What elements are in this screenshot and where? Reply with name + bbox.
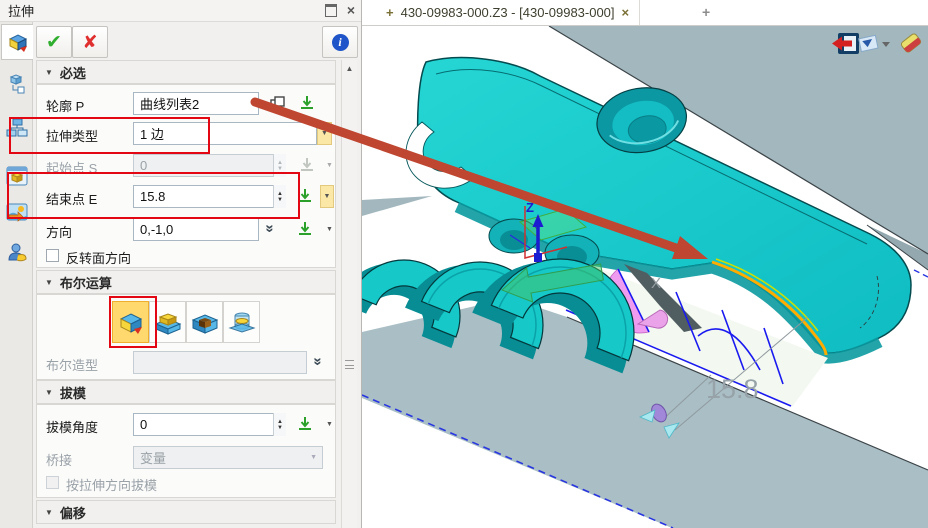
extrude-type-caret-icon[interactable]: ▼ <box>317 122 332 145</box>
end-spinner[interactable]: ▲▼ <box>273 185 286 208</box>
start-spinner: ▲▼ <box>273 154 286 177</box>
tab-plus-icon: + <box>386 5 394 20</box>
draft-angle-pick-icon[interactable] <box>296 415 314 438</box>
collapse-triangle-icon: ▼ <box>45 68 53 77</box>
section-required[interactable]: ▼ 必选 <box>36 60 336 84</box>
end-caret-icon[interactable]: ▼ <box>320 185 334 208</box>
bool-shape-label: 布尔造型 <box>46 355 98 374</box>
direction-pick-icon[interactable] <box>296 220 314 243</box>
bool-shape-expand-icon[interactable]: » <box>310 357 327 365</box>
axis-z-label: Z <box>526 200 534 215</box>
end-input[interactable]: 15.8 <box>133 185 286 208</box>
history-manager-icon[interactable] <box>3 114 31 142</box>
dialog-scrollbar[interactable]: ▲ <box>341 60 357 528</box>
view-mode-icon[interactable] <box>859 35 878 51</box>
side-toolstrip <box>0 22 33 528</box>
bridge-select: 变量 ▼ <box>133 446 323 469</box>
boolean-base-icon[interactable] <box>112 301 149 343</box>
direction-label: 方向 <box>46 222 72 241</box>
confirm-button[interactable]: ✔ <box>36 26 72 58</box>
axis-x-label: X <box>651 275 661 292</box>
assembly-tree-icon[interactable] <box>3 70 31 98</box>
start-caret-icon: ▼ <box>322 154 337 177</box>
extrude-dialog: 拉伸 × <box>0 0 362 528</box>
x-icon: ✘ <box>82 32 97 53</box>
boolean-intersect-icon[interactable] <box>223 301 260 343</box>
section-boolean[interactable]: ▼ 布尔运算 <box>36 270 336 294</box>
draft-angle-label: 拔模角度 <box>46 417 98 436</box>
profile-pick-icon[interactable] <box>298 94 316 117</box>
profile-input[interactable]: 曲线列表2 <box>133 92 259 115</box>
bridge-label: 桥接 <box>46 450 72 469</box>
dialog-titlebar[interactable]: 拉伸 × <box>0 0 361 22</box>
scroll-grip[interactable] <box>345 360 354 369</box>
info-icon: i <box>332 34 349 51</box>
start-input: 0 <box>133 154 286 177</box>
draft-angle-spinner[interactable]: ▲▼ <box>273 413 286 436</box>
end-label: 结束点 E <box>46 189 97 208</box>
end-pick-icon[interactable] <box>296 187 314 210</box>
info-button[interactable]: i <box>322 26 358 58</box>
document-tabbar: + 430-09983-000.Z3 - [430-09983-000] × + <box>362 0 928 26</box>
bridge-caret-icon: ▼ <box>310 454 317 461</box>
draft-angle-input[interactable]: 0 <box>133 413 286 436</box>
tab-close-icon[interactable]: × <box>622 5 630 20</box>
dialog-title: 拉伸 <box>8 1 34 20</box>
start-label: 起始点 S <box>46 158 97 177</box>
flip-checkbox[interactable] <box>46 249 59 262</box>
new-tab-button[interactable]: + <box>702 4 710 20</box>
viewport-3d[interactable]: Z X 15.8 <box>362 26 928 528</box>
solid-view-icon[interactable] <box>3 162 31 190</box>
boolean-remove-icon[interactable] <box>186 301 223 343</box>
dimension-value: 15.8 <box>706 374 759 404</box>
extrude-tool-icon[interactable] <box>1 24 33 60</box>
direction-caret-icon[interactable]: ▼ <box>322 218 337 241</box>
bool-shape-input <box>133 351 307 374</box>
draft-dir-checkbox <box>46 476 59 489</box>
user-role-icon[interactable] <box>3 238 31 266</box>
draft-angle-caret-icon[interactable]: ▼ <box>322 413 337 436</box>
scroll-up-icon[interactable]: ▲ <box>342 64 357 73</box>
draft-dir-label: 按拉伸方向拔模 <box>66 475 157 494</box>
section-draft[interactable]: ▼ 拔模 <box>36 380 336 404</box>
flip-label[interactable]: 反转面方向 <box>66 248 131 267</box>
scene-3d[interactable]: Z X 15.8 <box>362 26 928 528</box>
cancel-button[interactable]: ✘ <box>72 26 108 58</box>
app-window: 拉伸 × <box>0 0 928 528</box>
extrude-type-select[interactable]: 1 边 <box>133 122 317 145</box>
render-image-icon[interactable] <box>3 198 31 226</box>
close-icon[interactable]: × <box>347 3 355 17</box>
profile-label: 轮廓 P <box>46 96 84 115</box>
profile-list-icon[interactable] <box>270 96 286 115</box>
document-tab[interactable]: + 430-09983-000.Z3 - [430-09983-000] × <box>376 0 640 25</box>
direction-input[interactable]: 0,-1,0 <box>133 218 259 241</box>
tab-title: 430-09983-000.Z3 - [430-09983-000] <box>401 5 615 20</box>
check-icon: ✔ <box>46 31 62 54</box>
boolean-add-icon[interactable] <box>149 301 186 343</box>
section-offset[interactable]: ▼ 偏移 <box>36 500 336 524</box>
direction-expand-icon[interactable]: » <box>262 224 279 232</box>
extrude-type-label: 拉伸类型 <box>46 126 98 145</box>
restore-icon[interactable] <box>325 4 337 17</box>
start-pick-icon <box>298 156 316 179</box>
